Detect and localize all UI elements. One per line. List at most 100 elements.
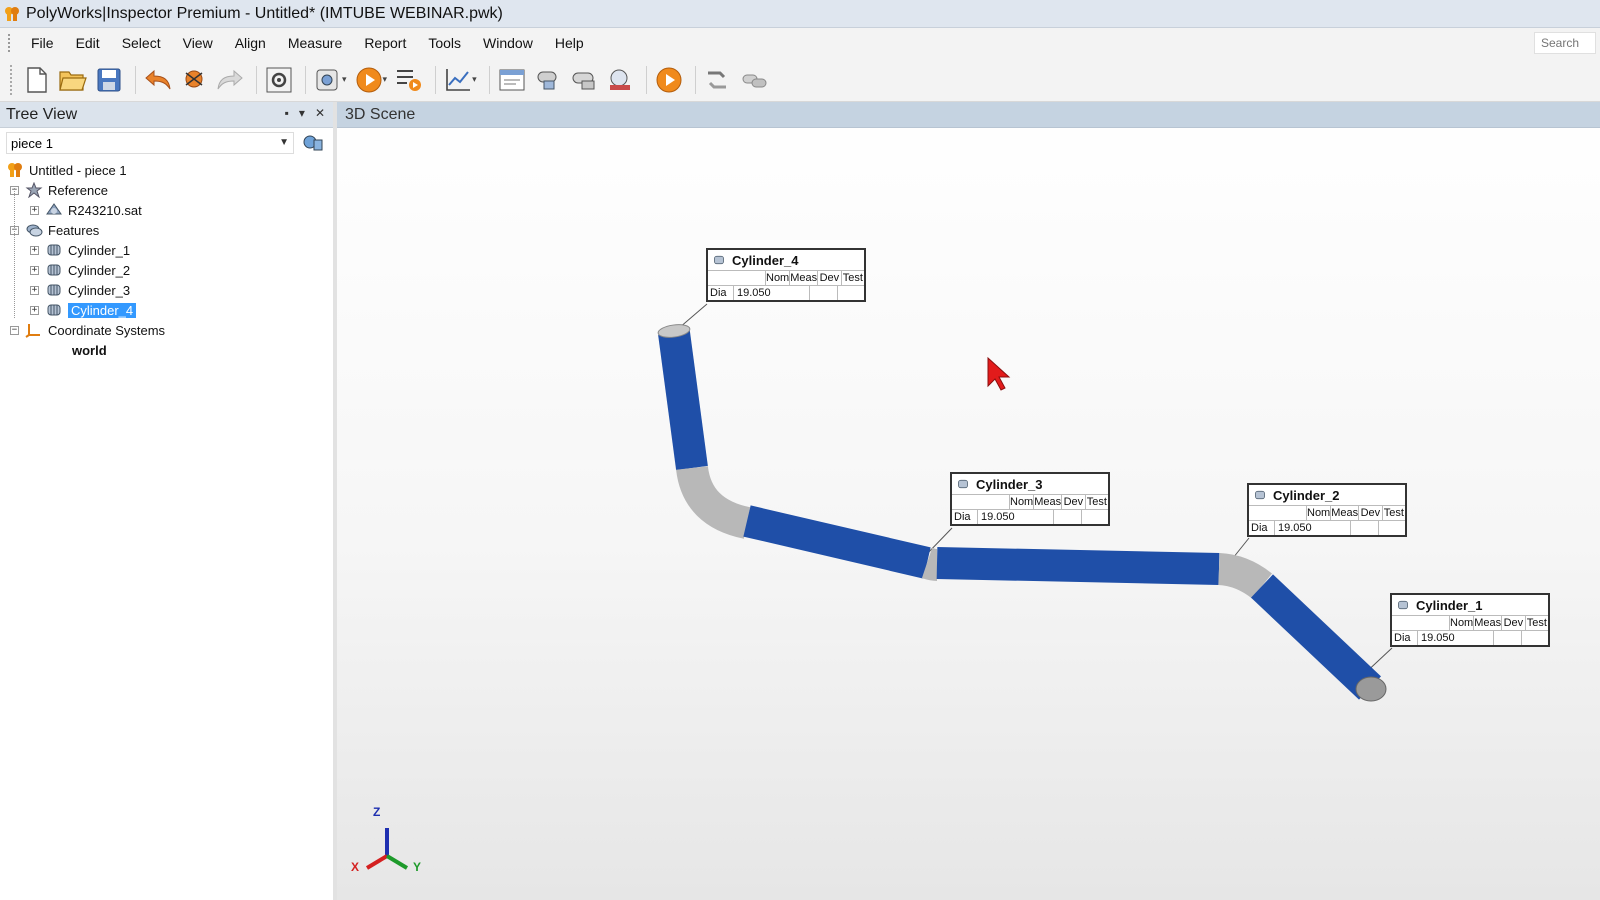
tube-button[interactable] <box>738 64 770 96</box>
device-button[interactable] <box>604 64 636 96</box>
play-dropdown-arrow-icon[interactable]: ▾ <box>383 74 388 85</box>
tube-segment-cylinder-2[interactable] <box>936 547 1220 585</box>
menu-help[interactable]: Help <box>544 28 595 58</box>
tree-item-reference[interactable]: − Reference <box>0 180 333 200</box>
device-icon <box>609 69 630 90</box>
callout-header: Cylinder_1 <box>1392 595 1548 615</box>
tree-item-label: Cylinder_1 <box>68 242 131 258</box>
callout-row-dia: Dia 19.050 <box>708 285 864 300</box>
tree-item-reference-file[interactable]: + R243210.sat <box>0 200 333 220</box>
callout-cylinder-3[interactable]: Cylinder_3 Nom Meas Dev Test Dia 19.050 <box>950 472 1110 526</box>
column-meas: Meas <box>790 271 819 285</box>
tree-item-label: world <box>72 342 107 358</box>
tree-item-label: Cylinder_2 <box>68 262 131 278</box>
probe2-icon <box>572 72 595 89</box>
chevron-down-icon: ▼ <box>279 137 289 148</box>
menu-report[interactable]: Report <box>353 28 417 58</box>
report-icon <box>499 69 525 90</box>
chart-dropdown-arrow-icon[interactable]: ▾ <box>472 74 477 85</box>
column-nom: Nom <box>1010 495 1035 509</box>
column-dev: Dev <box>1359 506 1383 520</box>
capture-dropdown-arrow-icon[interactable]: ▾ <box>342 74 347 85</box>
tree-item-coordinate-systems[interactable]: − Coordinate Systems <box>0 320 333 340</box>
callout-leader <box>678 303 708 329</box>
options-button[interactable] <box>263 64 295 96</box>
chart-button[interactable] <box>442 64 474 96</box>
tree-item-label: Reference <box>48 182 108 198</box>
run-button[interactable] <box>653 64 685 96</box>
menu-grip[interactable] <box>8 34 12 52</box>
panel-menu-arrow-icon[interactable]: ▾ <box>299 106 305 120</box>
tree-item-features[interactable]: − Features <box>0 220 333 240</box>
undo-button[interactable] <box>142 64 174 96</box>
probe-button[interactable] <box>532 64 564 96</box>
toolbar-separator <box>305 65 306 94</box>
menu-view[interactable]: View <box>172 28 224 58</box>
menu-edit[interactable]: Edit <box>65 28 111 58</box>
collapse-icon[interactable]: − <box>10 325 19 335</box>
z-axis-label: Z <box>373 805 381 819</box>
save-button[interactable] <box>93 64 125 96</box>
callout-column-headers: Nom Meas Dev Test <box>1392 615 1548 630</box>
tree-item-world[interactable]: world <box>0 340 333 360</box>
search-input[interactable] <box>1534 32 1596 54</box>
sequence-button[interactable] <box>393 64 425 96</box>
tree-item-cylinder-4[interactable]: + Cylinder_4 <box>0 300 333 320</box>
close-icon[interactable]: ✕ <box>315 106 325 120</box>
expand-icon[interactable]: + <box>30 205 39 215</box>
redo-button[interactable] <box>214 64 246 96</box>
tree-view-header: Tree View ▪ ▾ ✕ <box>0 102 333 128</box>
piece-manager-icon[interactable] <box>302 133 324 153</box>
tree-item-cylinder-3[interactable]: + Cylinder_3 <box>0 280 333 300</box>
clear-button[interactable] <box>178 64 210 96</box>
menu-measure[interactable]: Measure <box>277 28 353 58</box>
pin-icon[interactable]: ▪ <box>285 106 289 120</box>
toolbar-grip[interactable] <box>10 64 13 95</box>
tree-item-cylinder-2[interactable]: + Cylinder_2 <box>0 260 333 280</box>
column-nom: Nom <box>766 271 791 285</box>
align-button[interactable] <box>702 64 734 96</box>
expand-icon[interactable]: + <box>30 285 39 295</box>
play-button[interactable] <box>353 64 385 96</box>
expand-icon[interactable]: + <box>30 265 39 275</box>
toolbar-separator <box>256 65 257 94</box>
menu-align[interactable]: Align <box>224 28 277 58</box>
menu-file[interactable]: File <box>20 28 65 58</box>
expand-icon[interactable]: + <box>30 245 39 255</box>
new-button[interactable] <box>21 64 53 96</box>
column-test: Test <box>1383 507 1404 519</box>
menu-select[interactable]: Select <box>111 28 172 58</box>
tube-segment-cylinder-3[interactable] <box>743 505 931 579</box>
toolbar-separator <box>135 65 136 94</box>
piece-select[interactable]: piece 1 ▼ <box>6 132 294 154</box>
column-meas: Meas <box>1331 506 1360 520</box>
callout-header: Cylinder_3 <box>952 474 1108 494</box>
callout-column-headers: Nom Meas Dev Test <box>708 270 864 285</box>
callout-title: Cylinder_1 <box>1416 597 1483 613</box>
column-meas: Meas <box>1034 495 1063 509</box>
callout-cylinder-1[interactable]: Cylinder_1 Nom Meas Dev Test Dia 19.050 <box>1390 593 1550 647</box>
column-test: Test <box>842 272 863 284</box>
capture-button[interactable] <box>312 64 344 96</box>
menu-window[interactable]: Window <box>472 28 544 58</box>
probe-alt-button[interactable] <box>568 64 600 96</box>
expand-icon[interactable]: + <box>30 305 39 315</box>
report-button[interactable] <box>496 64 528 96</box>
menu-tools[interactable]: Tools <box>417 28 472 58</box>
open-button[interactable] <box>57 64 89 96</box>
row-label: Dia <box>1249 521 1275 535</box>
toolbar-separator <box>488 65 490 94</box>
play-icon <box>356 67 382 92</box>
tree-item-cylinder-1[interactable]: + Cylinder_1 <box>0 240 333 260</box>
callout-cylinder-2[interactable]: Cylinder_2 Nom Meas Dev Test Dia 19.050 <box>1247 483 1407 537</box>
tube-segment-cylinder-1[interactable] <box>1251 574 1381 700</box>
column-test: Test <box>1086 496 1107 508</box>
tree: Untitled - piece 1 − Reference + R243210… <box>0 158 333 360</box>
tree-item-root[interactable]: Untitled - piece 1 <box>0 160 333 180</box>
tube-segment-cylinder-4[interactable] <box>658 330 708 471</box>
column-dev: Dev <box>1502 616 1526 630</box>
column-dev: Dev <box>1062 495 1086 509</box>
callout-cylinder-4[interactable]: Cylinder_4 Nom Meas Dev Test Dia 19.050 <box>706 248 866 302</box>
toolbar-separator <box>694 65 696 94</box>
callout-row-dia: Dia 19.050 <box>1249 520 1405 535</box>
